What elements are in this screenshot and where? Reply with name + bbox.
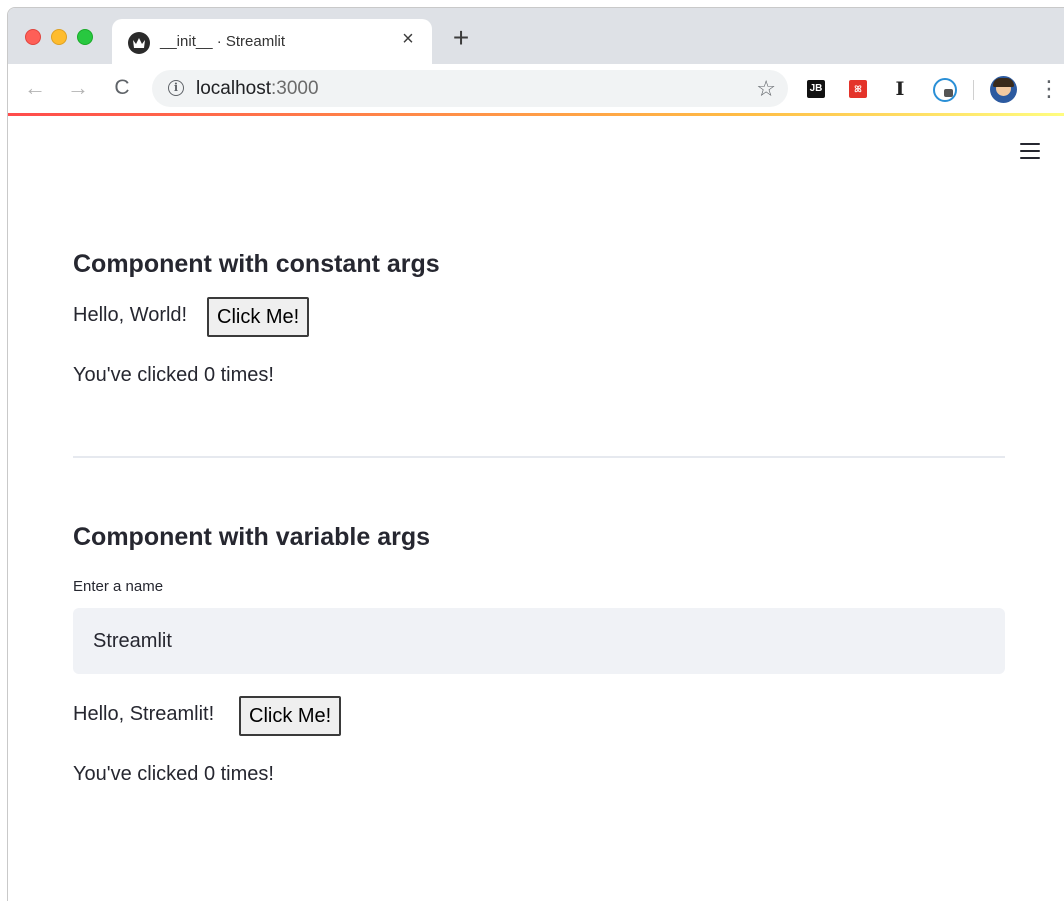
forward-button[interactable]: → (66, 76, 90, 100)
address-bar[interactable]: i localhost:3000 ☆ (152, 70, 788, 107)
app-content: Component with constant args Hello, Worl… (8, 116, 1064, 901)
streamlit-crown-icon (128, 32, 150, 54)
section1-component: Hello, World! Click Me! (73, 297, 333, 337)
hamburger-line (1020, 150, 1040, 152)
section2-component: Hello, Streamlit! Click Me! (73, 696, 353, 736)
url-port: :3000 (271, 78, 319, 99)
close-window-button[interactable] (25, 29, 41, 45)
section2-click-button[interactable]: Click Me! (239, 696, 342, 736)
hamburger-line (1020, 143, 1040, 145)
jetbrains-icon[interactable]: JB (807, 80, 825, 98)
chrome-menu-icon[interactable]: ⋮ (1038, 77, 1060, 101)
ifont-icon[interactable]: I (891, 80, 909, 99)
name-input[interactable] (73, 608, 1005, 674)
section1-click-button[interactable]: Click Me! (207, 297, 310, 337)
hamburger-menu-icon[interactable] (1020, 142, 1040, 160)
browser-toolbar: ← → C i localhost:3000 ☆ JB ꕤ I ⋮ (8, 64, 1064, 113)
tab-streamlit[interactable]: __init__ · Streamlit × (112, 19, 432, 64)
hamburger-line (1020, 157, 1040, 159)
kitten-icon[interactable]: ꕤ (849, 80, 867, 98)
info-icon[interactable]: i (168, 80, 184, 96)
tab-close-button[interactable]: × (398, 29, 418, 49)
tab-strip: __init__ · Streamlit × + (8, 8, 1064, 64)
new-tab-button[interactable]: + (449, 24, 473, 52)
section1-heading: Component with constant args (73, 250, 440, 278)
name-input-label: Enter a name (73, 578, 164, 595)
profile-avatar[interactable] (990, 76, 1017, 103)
reload-button[interactable]: C (110, 76, 134, 100)
section1-clicked-text: You've clicked 0 times! (73, 364, 274, 386)
bookmark-star-icon[interactable]: ☆ (756, 76, 776, 102)
toolbar-separator (973, 80, 974, 100)
section1-greeting: Hello, World! (73, 304, 188, 326)
url-text[interactable]: localhost:3000 (196, 78, 319, 100)
section2-greeting: Hello, Streamlit! (73, 703, 215, 725)
section2-heading: Component with variable args (73, 523, 431, 551)
tab-title: __init__ · Streamlit (160, 33, 286, 50)
browser-window: __init__ · Streamlit × + ← → C i localho… (7, 7, 1064, 901)
tracker-icon[interactable] (933, 78, 957, 102)
url-host: localhost (196, 78, 271, 99)
maximize-window-button[interactable] (77, 29, 93, 45)
section2-clicked-text: You've clicked 0 times! (73, 763, 274, 785)
section-divider (73, 456, 1005, 458)
back-button[interactable]: ← (23, 76, 47, 100)
minimize-window-button[interactable] (51, 29, 67, 45)
